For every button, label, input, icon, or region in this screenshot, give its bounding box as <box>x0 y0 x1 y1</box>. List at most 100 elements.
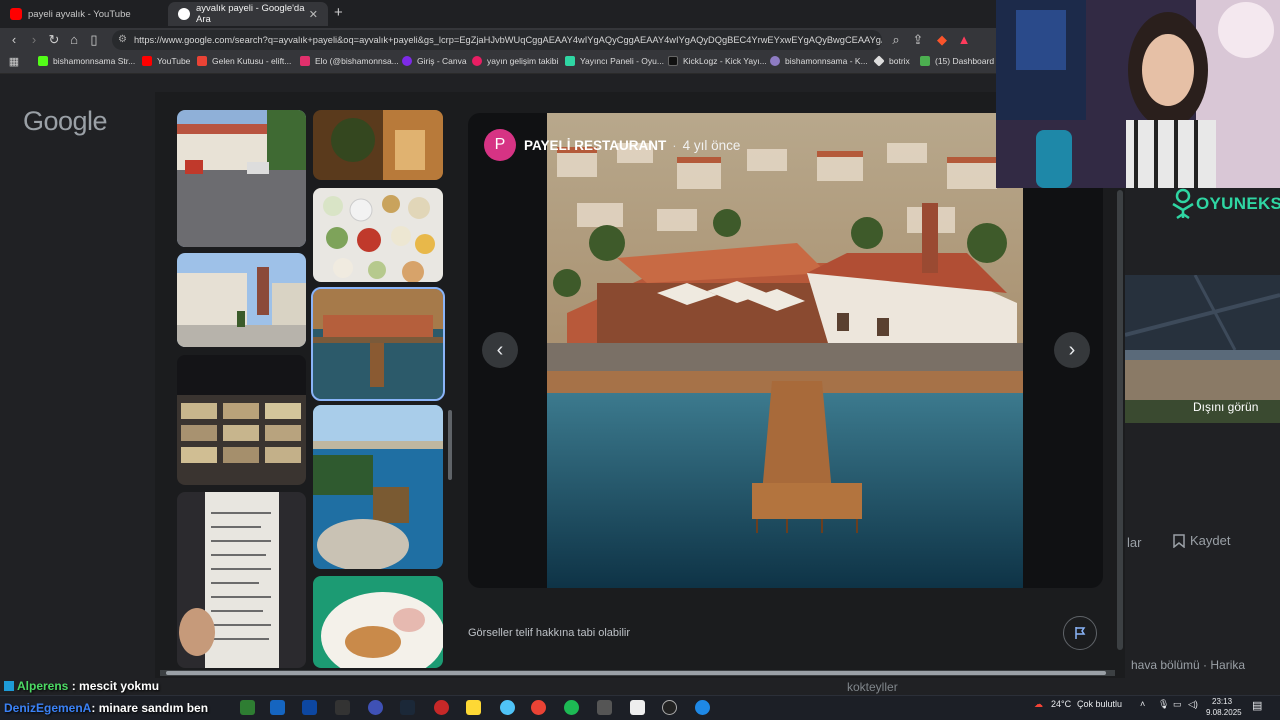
site-info-icon[interactable]: ⚙ <box>118 30 127 50</box>
thumbnails-scrollbar[interactable] <box>448 410 452 480</box>
notion-icon[interactable] <box>630 700 645 715</box>
post-time: 4 yıl önce <box>682 137 741 153</box>
reload-icon[interactable]: ↻ <box>46 32 62 48</box>
clock-date[interactable]: 9.08.2025 <box>1206 708 1242 717</box>
canva-icon <box>402 56 412 66</box>
forward-icon[interactable]: › <box>26 32 42 47</box>
browser-icon[interactable] <box>695 700 710 715</box>
scroll-thumb[interactable] <box>166 671 1106 675</box>
tab-strip: payeli ayvalık - YouTube ayvalık payeli … <box>0 0 1000 28</box>
image-thumbnail[interactable] <box>177 355 306 485</box>
chevron-left-icon: ‹ <box>496 338 504 361</box>
bookmark-icon[interactable]: ▯ <box>86 32 102 48</box>
weather-text[interactable]: Çok bulutlu <box>1077 699 1122 709</box>
address-bar-row: ‹ › ↻ ⌂ ▯ ⚙ https://www.google.com/searc… <box>0 28 1000 52</box>
street-view-thumbnail[interactable]: Dışını görün <box>1125 350 1280 423</box>
search-icon[interactable]: ⌕ <box>888 32 904 48</box>
street-view-label: Dışını görün <box>1193 400 1259 414</box>
apps-icon[interactable]: ▦ <box>6 55 22 68</box>
bookmark-item[interactable]: bishamonnsama - K... <box>770 56 868 66</box>
microphone-icon[interactable]: 🎙 <box>1158 699 1169 710</box>
report-image-button[interactable] <box>1063 616 1097 650</box>
tab-google-search[interactable]: ayvalık payeli - Google'da Ara ✕ <box>168 2 328 26</box>
app-icon[interactable] <box>597 700 612 715</box>
map-thumbnail[interactable] <box>1125 275 1280 350</box>
image-thumbnail[interactable] <box>177 492 306 668</box>
bookmark-item[interactable]: YouTube <box>142 56 190 66</box>
instagram-icon <box>300 56 310 66</box>
weather-temp[interactable]: 24°C <box>1051 699 1071 709</box>
image-thumbnail[interactable] <box>313 110 443 180</box>
epic-games-icon[interactable] <box>335 700 350 715</box>
chat-message: Alperens : mescit yokmu <box>4 679 159 693</box>
chat-text: : minare sandım ben <box>91 701 209 715</box>
image-thumbnail[interactable] <box>313 188 443 282</box>
app-icon[interactable] <box>500 700 515 715</box>
review-snippet: hava bölümü · Harika <box>1131 658 1246 672</box>
chat-message: DenizEgemenA: minare sandım ben <box>4 701 208 715</box>
image-thumbnail[interactable] <box>177 110 306 247</box>
tab-title: ayvalık payeli - Google'da Ara <box>196 3 305 25</box>
review-keyword: kokteyller <box>847 680 898 694</box>
file-explorer-icon[interactable] <box>270 700 285 715</box>
bookmark-item[interactable]: yayın gelişim takibi <box>472 56 558 66</box>
thumbnail-image <box>177 492 306 668</box>
streamer-webcam <box>996 0 1280 188</box>
brave-shield-icon[interactable]: ◆ <box>934 32 950 48</box>
map-image <box>1125 275 1280 350</box>
chevron-up-icon[interactable]: ˄ <box>1140 699 1145 709</box>
steam-icon[interactable] <box>400 700 415 715</box>
image-thumbnail[interactable] <box>313 576 443 668</box>
link-icon <box>770 56 780 66</box>
bookmark-item[interactable]: KickLogz - Kick Yayı... <box>668 56 767 66</box>
bookmark-item[interactable]: Gelen Kutusu - elift... <box>197 56 291 66</box>
partial-label: lar <box>1127 535 1142 550</box>
weather-icon[interactable]: ☁ <box>1034 699 1043 710</box>
back-icon[interactable]: ‹ <box>6 32 22 47</box>
close-tab-icon[interactable]: ✕ <box>309 8 318 21</box>
thumbnail-image <box>177 355 306 485</box>
brand-name: OYUNEKS <box>1196 194 1280 213</box>
thumbnail-image <box>313 405 443 569</box>
app-icon[interactable] <box>466 700 481 715</box>
home-icon[interactable]: ⌂ <box>66 32 82 47</box>
google-logo[interactable]: Google <box>23 106 108 137</box>
bookmark-item[interactable]: (15) Dashboard /... <box>920 56 1006 66</box>
oyuneks-logo-icon <box>1172 188 1194 220</box>
bookmark-item[interactable]: Giriş - Canva <box>402 56 467 66</box>
previous-image-button[interactable]: ‹ <box>482 332 518 368</box>
chat-username: DenizEgemenA <box>4 701 92 715</box>
image-thumbnail[interactable] <box>313 405 443 569</box>
bookmark-item[interactable]: bishamonnsama Str... <box>38 56 135 66</box>
rewards-icon[interactable]: ▲ <box>956 32 972 47</box>
restaurant-photo[interactable] <box>547 113 1023 588</box>
thumbnail-image <box>177 253 306 347</box>
save-button[interactable]: Kaydet <box>1173 533 1230 548</box>
volume-icon[interactable]: ◁) <box>1188 699 1198 710</box>
obs-icon[interactable] <box>368 700 383 715</box>
image-thumbnail-selected[interactable] <box>311 287 445 401</box>
horizontal-scrollbar[interactable] <box>160 670 1115 676</box>
image-thumbnail[interactable] <box>177 253 306 347</box>
tab-youtube[interactable]: payeli ayvalık - YouTube <box>0 2 168 26</box>
new-tab-button[interactable]: + <box>334 4 343 21</box>
network-icon[interactable]: ▭ <box>1173 699 1182 710</box>
share-icon[interactable]: ⇪ <box>910 32 926 48</box>
bookmark-item[interactable]: Yayıncı Paneli - Oyu... <box>565 56 664 66</box>
source-name[interactable]: PAYELİ RESTAURANT <box>524 138 666 153</box>
xbox-app-icon[interactable] <box>240 700 255 715</box>
page-scrollbar[interactable] <box>1117 190 1123 650</box>
notification-icon[interactable]: ▤ <box>1252 699 1262 712</box>
url-input[interactable]: ⚙ https://www.google.com/search?q=ayvalı… <box>112 30 882 50</box>
image-source-header[interactable]: P PAYELİ RESTAURANT · 4 yıl önce <box>484 129 740 161</box>
bookmark-item[interactable]: botrix <box>873 55 910 67</box>
spotify-icon[interactable] <box>564 700 579 715</box>
clock-time[interactable]: 23:13 <box>1212 697 1232 706</box>
app-icon[interactable] <box>662 700 677 715</box>
app-icon[interactable] <box>434 700 449 715</box>
bookmark-item[interactable]: Elo (@bishamonnsa... <box>300 56 399 66</box>
next-image-button[interactable]: › <box>1054 332 1090 368</box>
thumbnail-image <box>313 576 443 668</box>
app-icon[interactable] <box>302 700 317 715</box>
chrome-icon[interactable] <box>531 700 546 715</box>
